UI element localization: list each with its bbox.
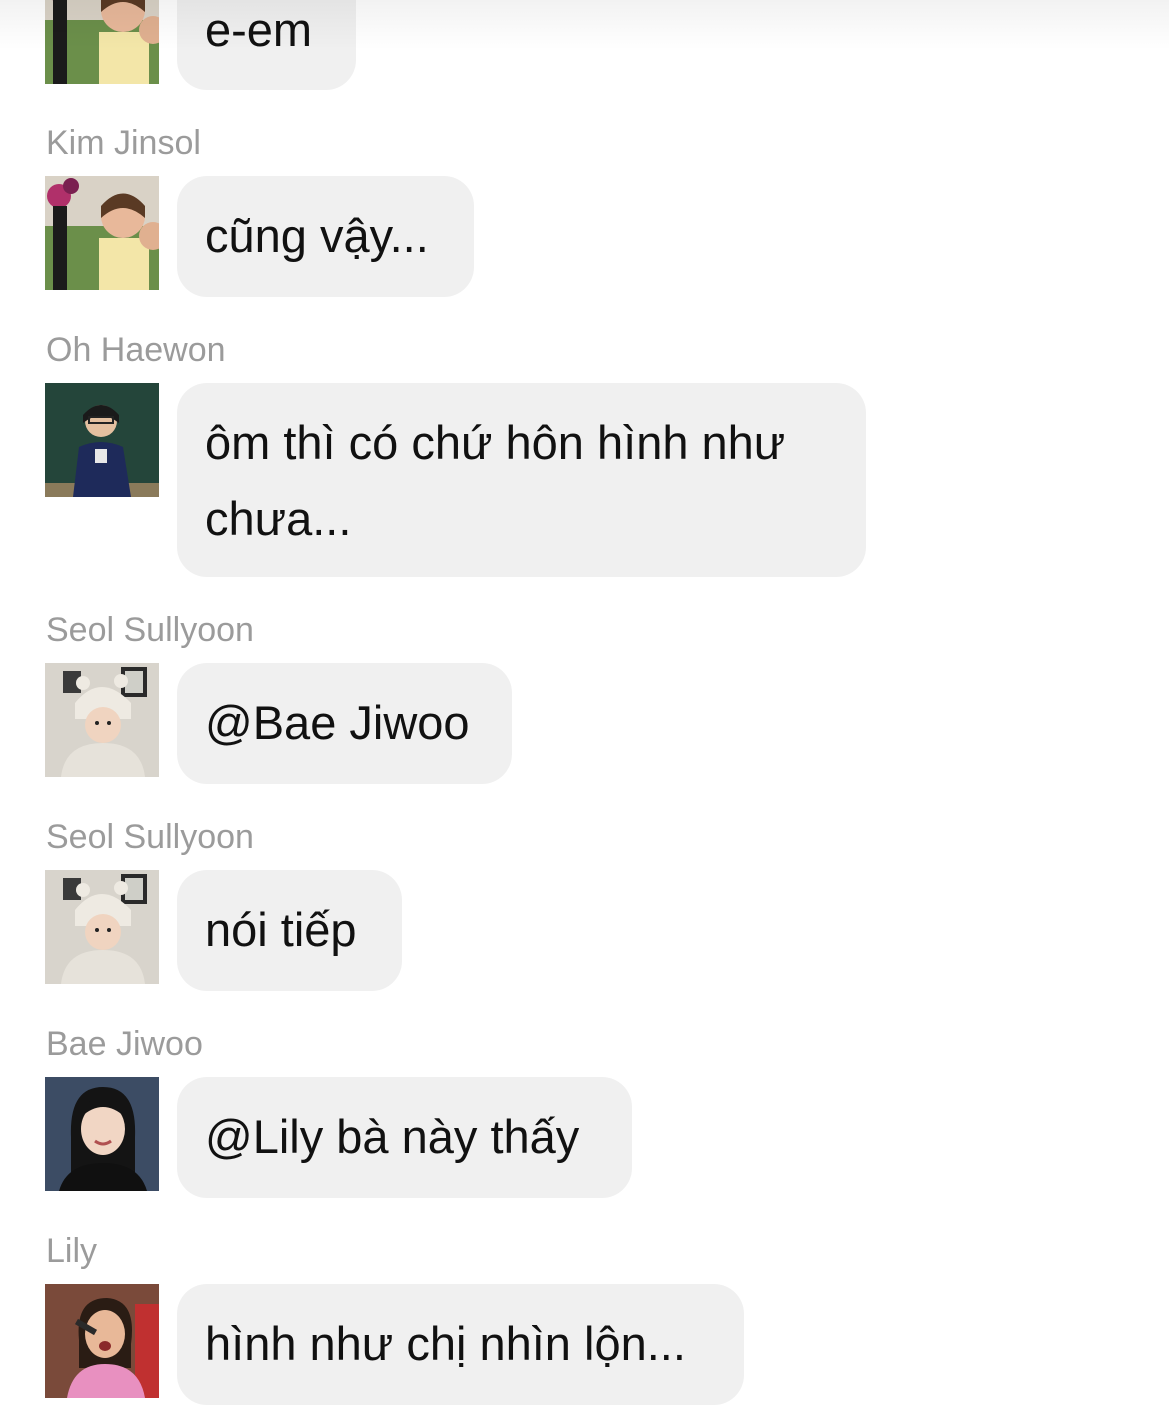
sender-name: Kim Jinsol [46, 124, 201, 162]
sender-name: Lily [46, 1232, 98, 1270]
sender-name: Bae Jiwoo [46, 1025, 203, 1063]
sender-name: Seol Sullyoon [46, 611, 254, 649]
message-text: e-em [205, 3, 313, 56]
message-bubble[interactable]: ôm thì có chứ hôn hình như chưa... [177, 383, 866, 577]
sender-name: Seol Sullyoon [46, 818, 254, 856]
message-text: hình như chị nhìn lộn... [205, 1317, 686, 1370]
message-text: cũng vậy... [205, 209, 429, 262]
message-text: ôm thì có chứ hôn hình như chưa... [205, 416, 786, 545]
message-bubble[interactable]: @Lily bà này thấy [177, 1077, 632, 1198]
message-text: @Bae Jiwoo [205, 696, 470, 749]
baby-in-hat-avatar[interactable] [45, 870, 159, 984]
message-text: nói tiếp [205, 903, 357, 956]
baby-in-hat-avatar[interactable] [45, 663, 159, 777]
chat-thread: e-em Kim Jinsol cũng vậy... Oh Haewon ôm… [0, 0, 1169, 1420]
message-bubble[interactable]: cũng vậy... [177, 176, 474, 297]
message-bubble[interactable]: e-em [177, 0, 356, 90]
girl-singing-avatar[interactable] [45, 1284, 159, 1398]
sender-name: Oh Haewon [46, 331, 226, 369]
message-bubble[interactable]: hình như chị nhìn lộn... [177, 1284, 744, 1405]
girl-at-chalkboard-avatar[interactable] [45, 383, 159, 497]
message-text: @Lily bà này thấy [205, 1110, 580, 1163]
girl-with-flowers-avatar[interactable] [45, 0, 159, 84]
girl-with-flowers-avatar[interactable] [45, 176, 159, 290]
girl-portrait-avatar[interactable] [45, 1077, 159, 1191]
message-bubble[interactable]: nói tiếp [177, 870, 402, 991]
message-bubble[interactable]: @Bae Jiwoo [177, 663, 512, 784]
